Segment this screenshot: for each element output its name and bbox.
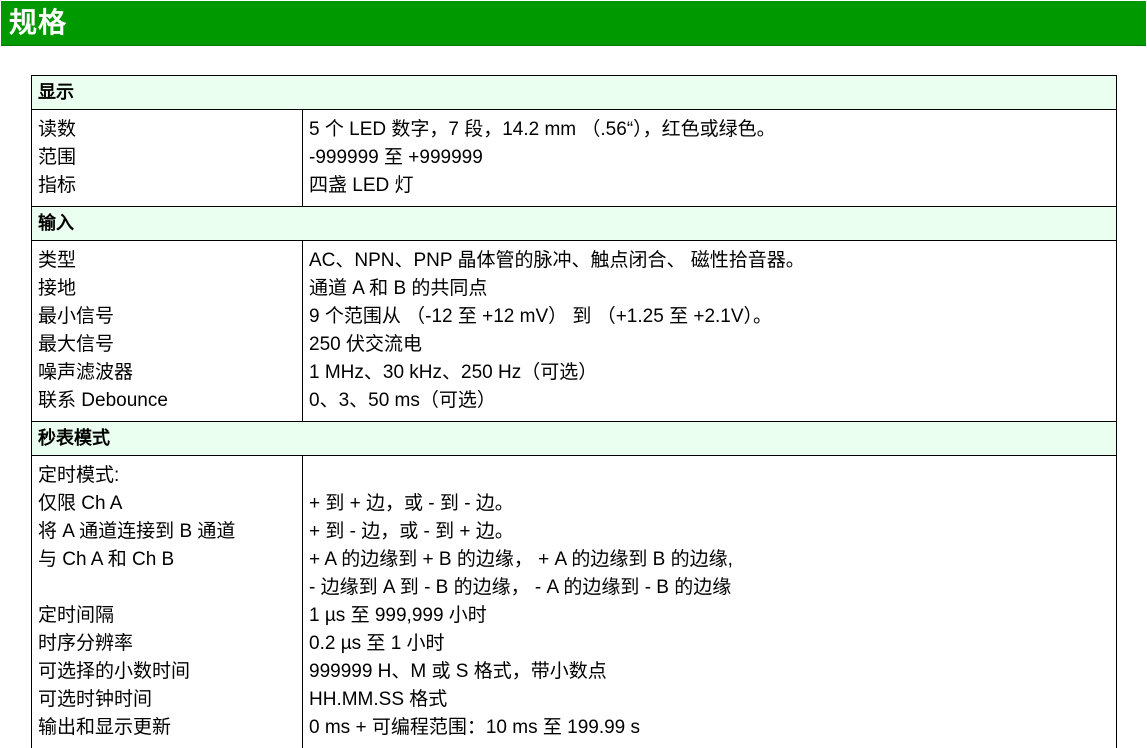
spec-label: 联系 Debounce <box>38 387 302 415</box>
section-header-input: 输入 <box>32 207 1117 241</box>
spec-label: 时序分辨率 <box>38 630 302 658</box>
spec-value: 5 个 LED 数字，7 段，14.2 mm （.56“），红色或绿色。 <box>309 116 1116 144</box>
spec-value <box>309 462 1116 490</box>
spec-value: + 到 - 边，或 - 到 + 边。 <box>309 518 1116 546</box>
section-header-timer: 秒表模式 <box>32 422 1117 456</box>
spec-label: 可选择的小数时间 <box>38 658 302 686</box>
spec-value: - 边缘到 A 到 - B 的边缘， - A 的边缘到 - B 的边缘 <box>309 574 1116 602</box>
spec-table: 显示 读数 范围 指标 5 个 LED 数字，7 段，14.2 mm （.56“… <box>31 75 1117 748</box>
spec-value: 999999 H、M 或 S 格式，带小数点 <box>309 658 1116 686</box>
section-header-display: 显示 <box>32 76 1117 110</box>
spec-value: 0、3、50 ms（可选） <box>309 387 1116 415</box>
spec-label: 最小信号 <box>38 303 302 331</box>
spec-label: 可选时钟时间 <box>38 686 302 714</box>
page-title: 规格 <box>9 5 67 41</box>
spec-label: 与 Ch A 和 Ch B <box>38 546 302 574</box>
label-cell: 定时模式: 仅限 Ch A 将 A 通道连接到 B 通道 与 Ch A 和 Ch… <box>32 456 303 748</box>
page-header: 规格 <box>1 1 1146 46</box>
spec-label: 读数 <box>38 116 302 144</box>
section-body-input: 类型 接地 最小信号 最大信号 噪声滤波器 联系 Debounce AC、NPN… <box>32 241 1117 422</box>
spec-label: 仅限 Ch A <box>38 490 302 518</box>
spec-value: 1 MHz、30 kHz、250 Hz（可选） <box>309 359 1116 387</box>
spec-label: 定时模式: <box>38 462 302 490</box>
spec-label: 接地 <box>38 275 302 303</box>
spec-label: 噪声滤波器 <box>38 359 302 387</box>
label-cell: 类型 接地 最小信号 最大信号 噪声滤波器 联系 Debounce <box>32 241 303 422</box>
spec-value: 9 个范围从 （-12 至 +12 mV） 到 （+1.25 至 +2.1V）。 <box>309 303 1116 331</box>
section-title-display: 显示 <box>32 76 1117 110</box>
spec-label <box>38 574 302 602</box>
section-title-timer: 秒表模式 <box>32 422 1117 456</box>
spec-label: 最大信号 <box>38 331 302 359</box>
section-body-timer: 定时模式: 仅限 Ch A 将 A 通道连接到 B 通道 与 Ch A 和 Ch… <box>32 456 1117 748</box>
spec-label: 范围 <box>38 144 302 172</box>
spec-value: HH.MM.SS 格式 <box>309 686 1116 714</box>
spec-label: 类型 <box>38 247 302 275</box>
spec-value: 0 ms + 可编程范围：10 ms 至 199.99 s <box>309 714 1116 742</box>
spec-value: 四盏 LED 灯 <box>309 172 1116 200</box>
spec-value: 1 µs 至 999,999 小时 <box>309 602 1116 630</box>
spec-value: + 到 + 边，或 - 到 - 边。 <box>309 490 1116 518</box>
spec-label: 定时间隔 <box>38 602 302 630</box>
spec-value: AC、NPN、PNP 晶体管的脉冲、触点闭合、 磁性拾音器。 <box>309 247 1116 275</box>
spec-value: -999999 至 +999999 <box>309 144 1116 172</box>
value-cell: + 到 + 边，或 - 到 - 边。 + 到 - 边，或 - 到 + 边。 + … <box>303 456 1117 748</box>
spec-label: 将 A 通道连接到 B 通道 <box>38 518 302 546</box>
spec-value: 0.2 µs 至 1 小时 <box>309 630 1116 658</box>
spec-value: 通道 A 和 B 的共同点 <box>309 275 1116 303</box>
label-cell: 读数 范围 指标 <box>32 110 303 207</box>
section-body-display: 读数 范围 指标 5 个 LED 数字，7 段，14.2 mm （.56“），红… <box>32 110 1117 207</box>
section-title-input: 输入 <box>32 207 1117 241</box>
spec-label: 指标 <box>38 172 302 200</box>
spec-value: + A 的边缘到 + B 的边缘， + A 的边缘到 B 的边缘, <box>309 546 1116 574</box>
spec-label: 输出和显示更新 <box>38 714 302 742</box>
value-cell: 5 个 LED 数字，7 段，14.2 mm （.56“），红色或绿色。 -99… <box>303 110 1117 207</box>
value-cell: AC、NPN、PNP 晶体管的脉冲、触点闭合、 磁性拾音器。 通道 A 和 B … <box>303 241 1117 422</box>
spec-value: 250 伏交流电 <box>309 331 1116 359</box>
